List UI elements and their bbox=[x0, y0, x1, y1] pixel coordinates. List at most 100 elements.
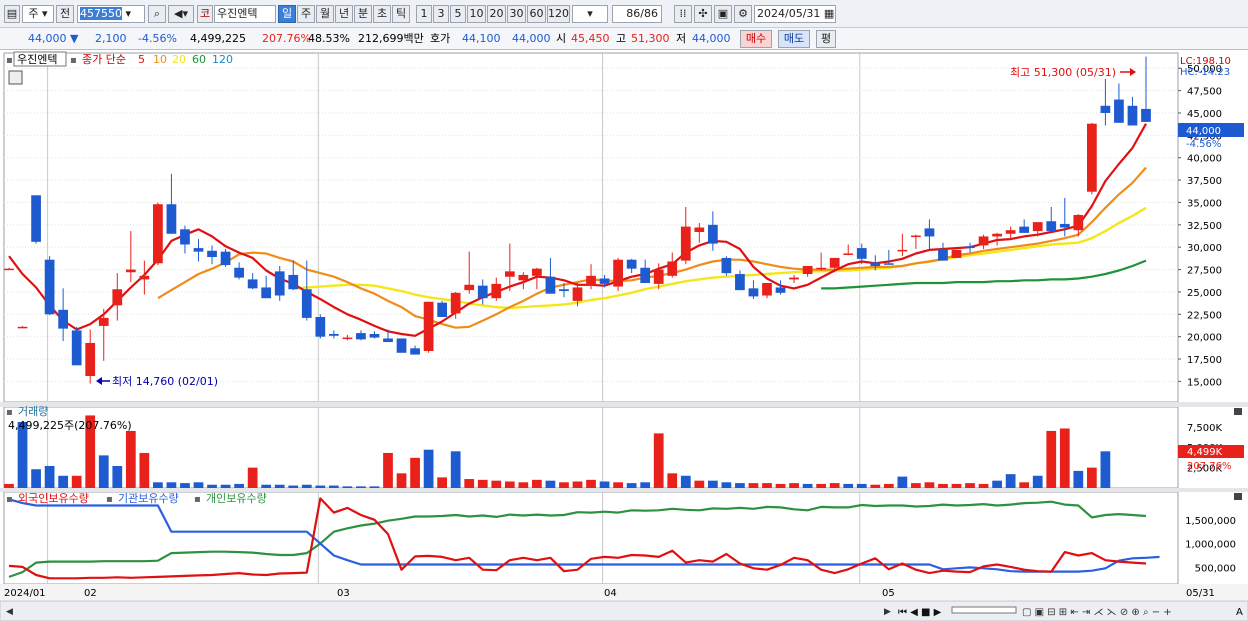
candle-body bbox=[477, 285, 488, 299]
candle-body bbox=[71, 330, 82, 366]
legend-stock-name: 우진엔텍 bbox=[17, 53, 57, 66]
interval-tab-5[interactable]: 5 bbox=[450, 5, 466, 23]
holding-legend-0: 외국인보유수량 bbox=[18, 492, 89, 505]
date-axis-bg bbox=[0, 584, 1248, 600]
chart-area[interactable]: 15,000 17,500 20,000 22,500 25,000 27,500 30,0… bbox=[0, 50, 1248, 621]
grid-icon[interactable]: ⁞⁞ bbox=[674, 5, 692, 23]
interval-select[interactable]: ▾ bbox=[572, 5, 608, 23]
current-price-value: 44,000 bbox=[1186, 126, 1221, 137]
stock-code-input[interactable]: 457550 ▾ bbox=[77, 5, 145, 23]
interval-tab-3[interactable]: 3 bbox=[433, 5, 449, 23]
high-annotation: 최고 51,300 (05/31) bbox=[1010, 66, 1116, 79]
market-icon: 코 bbox=[197, 5, 213, 23]
date-field[interactable]: 2024/05/31 ▦ bbox=[754, 5, 836, 23]
candle-body bbox=[883, 263, 894, 265]
legend-ma-120: 120 bbox=[212, 53, 233, 66]
candle-body bbox=[1046, 221, 1057, 232]
buy-button[interactable]: 매수 bbox=[740, 30, 772, 48]
volume-bar bbox=[762, 483, 772, 488]
volume-bar bbox=[1100, 451, 1111, 488]
interval-tab-20[interactable]: 20 bbox=[487, 5, 506, 23]
quote-open: 45,450 bbox=[571, 32, 610, 45]
speaker-icon[interactable]: ◀▾ bbox=[168, 5, 194, 23]
candle-body bbox=[1073, 214, 1084, 231]
candle-body bbox=[301, 289, 312, 318]
volume-bar bbox=[938, 483, 948, 488]
volume-bar bbox=[707, 480, 718, 488]
candle-body bbox=[599, 278, 610, 284]
period-tab-0[interactable]: 일 bbox=[278, 5, 296, 23]
panel-close-icon[interactable] bbox=[1234, 408, 1242, 415]
panel-divider bbox=[0, 488, 1248, 492]
candle-body bbox=[829, 257, 840, 268]
holding-legend-1: 기관보유수량 bbox=[118, 492, 179, 505]
period-tab-4[interactable]: 분 bbox=[354, 5, 372, 23]
candle-body bbox=[288, 274, 299, 290]
candle-body bbox=[951, 249, 962, 258]
count-field[interactable]: 86/86 bbox=[612, 5, 662, 23]
interval-tab-60[interactable]: 60 bbox=[527, 5, 546, 23]
volume-bar bbox=[735, 483, 745, 488]
sell-button[interactable]: 매도 bbox=[778, 30, 810, 48]
period-tab-6[interactable]: 틱 bbox=[392, 5, 410, 23]
price-tick-label: 15,000 bbox=[1187, 377, 1222, 388]
candle-body bbox=[978, 236, 989, 246]
period-tab-5[interactable]: 초 bbox=[373, 5, 391, 23]
volume-bar bbox=[180, 483, 190, 488]
volume-bar bbox=[44, 465, 55, 488]
volume-bar bbox=[789, 483, 799, 488]
volume-bar bbox=[328, 485, 339, 488]
candle-body bbox=[1141, 108, 1151, 122]
volume-bar bbox=[207, 484, 217, 488]
price-tick-label: 17,500 bbox=[1187, 355, 1222, 366]
price-tick-label: 37,500 bbox=[1187, 176, 1222, 187]
interval-tab-120[interactable]: 120 bbox=[547, 5, 570, 23]
volume-bar bbox=[477, 479, 488, 488]
candle-body bbox=[98, 317, 109, 326]
volume-bar bbox=[748, 483, 759, 488]
crosshair-icon[interactable]: ✣ bbox=[694, 5, 712, 23]
calendar-icon[interactable]: ▦ bbox=[824, 7, 834, 20]
interval-tab-1[interactable]: 1 bbox=[416, 5, 432, 23]
candle-body bbox=[721, 257, 732, 274]
legend-bullet: ▪ bbox=[6, 55, 13, 66]
candle-body bbox=[180, 229, 190, 245]
period-tab-1[interactable]: 주 bbox=[297, 5, 315, 23]
interval-tab-10[interactable]: 10 bbox=[467, 5, 486, 23]
candle-body bbox=[680, 226, 691, 261]
volume-bar bbox=[721, 482, 732, 488]
holding-legend-2: 개인보유수량 bbox=[206, 492, 267, 505]
period-tab-2[interactable]: 월 bbox=[316, 5, 334, 23]
volume-bar bbox=[1086, 467, 1097, 488]
interval-tab-30[interactable]: 30 bbox=[507, 5, 526, 23]
legend-bullet: ▪ bbox=[70, 55, 77, 66]
panel-close-icon[interactable] bbox=[1234, 493, 1242, 500]
prefix-button[interactable]: 전 bbox=[56, 5, 74, 23]
volume-bar bbox=[775, 483, 786, 488]
candle-body bbox=[423, 301, 434, 351]
panel-frame-1 bbox=[3, 406, 1179, 489]
search-icon[interactable]: ⌕ bbox=[148, 5, 166, 23]
panel-frame-0 bbox=[3, 52, 1179, 403]
candle-body bbox=[491, 283, 502, 299]
legend-ma-10: 10 bbox=[153, 53, 167, 66]
candle-body bbox=[559, 289, 569, 292]
volume-bar bbox=[829, 483, 840, 488]
price-tick-label: 27,500 bbox=[1187, 266, 1222, 277]
candle-body bbox=[640, 267, 651, 283]
volume-bar bbox=[450, 451, 461, 488]
open-label: 시 bbox=[556, 32, 567, 45]
save-icon[interactable]: ▣ bbox=[714, 5, 732, 23]
window-menu-icon[interactable]: ▤ bbox=[4, 5, 20, 23]
period-tab-3[interactable]: 년 bbox=[335, 5, 353, 23]
calculator-icon[interactable] bbox=[8, 70, 23, 85]
stock-name-field[interactable]: 우진엔텍 bbox=[214, 5, 276, 23]
gear-icon[interactable]: ⚙ bbox=[734, 5, 752, 23]
volume-bar bbox=[315, 485, 326, 488]
volume-bar bbox=[288, 485, 299, 488]
type-select[interactable]: 주 ▾ bbox=[22, 5, 54, 23]
zoom-slider[interactable] bbox=[951, 606, 1017, 614]
avg-button[interactable]: 평 bbox=[816, 30, 836, 48]
candle-body bbox=[667, 261, 678, 276]
volume-bar bbox=[58, 475, 69, 488]
